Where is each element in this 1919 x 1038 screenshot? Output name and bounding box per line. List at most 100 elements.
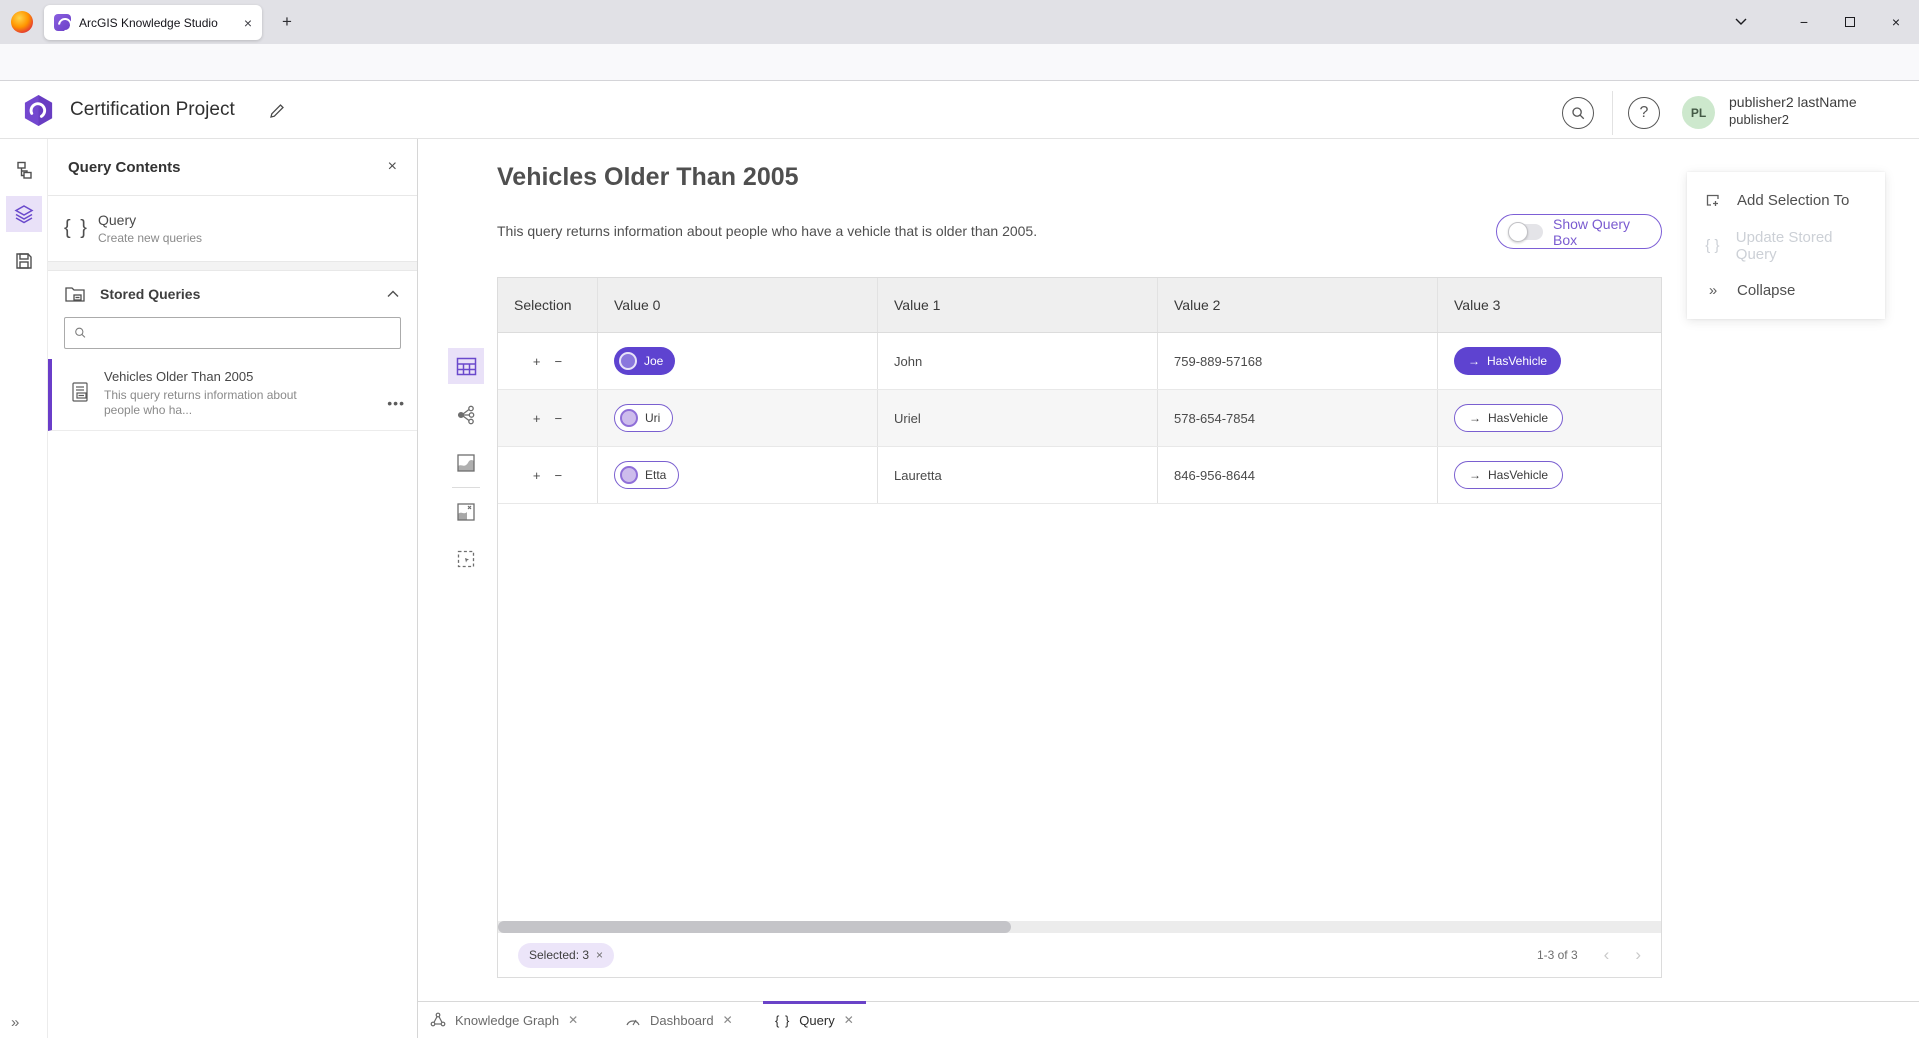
- hierarchy-icon: [14, 160, 34, 180]
- toggle-track: [1509, 224, 1543, 240]
- browser-titlebar: ArcGIS Knowledge Studio × + − ×: [0, 0, 1919, 44]
- tab-query[interactable]: { } Query ✕: [775, 1002, 854, 1038]
- app-logo-icon: [22, 94, 55, 127]
- search-input[interactable]: [95, 326, 391, 341]
- arrow-right-icon: →: [1468, 354, 1480, 368]
- user-info[interactable]: publisher2 lastName publisher2: [1729, 94, 1857, 128]
- rail-contents-button[interactable]: [6, 196, 42, 232]
- table-footer: Selected: 3 × 1-3 of 3 ‹ ›: [498, 933, 1661, 977]
- clear-selection-icon[interactable]: ×: [596, 948, 603, 962]
- stored-queries-search[interactable]: [64, 317, 401, 349]
- column-header: Value 3: [1438, 278, 1661, 332]
- menu-item-collapse[interactable]: » Collapse: [1687, 268, 1885, 313]
- selected-count-chip[interactable]: Selected: 3 ×: [518, 943, 614, 968]
- stored-query-item[interactable]: Vehicles Older Than 2005 This query retu…: [48, 359, 417, 431]
- tab-close-icon[interactable]: ×: [238, 15, 252, 31]
- stored-query-description: This query returns information about peo…: [104, 388, 304, 418]
- table-view-button[interactable]: [448, 348, 484, 384]
- select-tool-button[interactable]: [448, 541, 484, 577]
- map-icon: [456, 453, 476, 473]
- new-tab-button[interactable]: +: [282, 12, 292, 32]
- minimize-button[interactable]: −: [1781, 14, 1827, 30]
- horizontal-scrollbar[interactable]: [498, 921, 1661, 933]
- browser-tab[interactable]: ArcGIS Knowledge Studio ×: [44, 5, 262, 40]
- toggle-knob: [1508, 222, 1528, 242]
- search-icon: [74, 326, 87, 340]
- firefox-logo-icon[interactable]: [11, 11, 33, 33]
- left-rail: »: [0, 139, 48, 1038]
- panel-close-icon[interactable]: ×: [388, 158, 397, 176]
- add-to-map-button[interactable]: [448, 494, 484, 530]
- add-to-selection-button[interactable]: +: [533, 411, 541, 426]
- rail-project-tree-button[interactable]: [6, 152, 42, 188]
- cell-value: Uriel: [878, 390, 1158, 446]
- tab-close-icon[interactable]: ✕: [568, 1013, 578, 1027]
- selection-context-menu: Add Selection To { } Update Stored Query…: [1687, 172, 1885, 319]
- remove-from-selection-button[interactable]: −: [555, 354, 563, 369]
- stored-queries-header[interactable]: Stored Queries: [48, 271, 417, 315]
- relationship-pill[interactable]: →HasVehicle: [1454, 347, 1561, 375]
- edit-project-icon[interactable]: [268, 102, 286, 120]
- previous-page-icon[interactable]: ‹: [1604, 945, 1610, 965]
- avatar[interactable]: PL: [1682, 96, 1715, 129]
- bottom-tab-bar: Knowledge Graph ✕ Dashboard ✕ { } Query …: [418, 1001, 1919, 1038]
- search-button[interactable]: [1562, 97, 1594, 129]
- expand-rail-icon[interactable]: »: [11, 1014, 19, 1031]
- column-header: Value 0: [598, 278, 878, 332]
- map-view-button[interactable]: [448, 445, 484, 481]
- stored-query-title: Vehicles Older Than 2005: [104, 369, 304, 384]
- save-icon: [14, 251, 34, 271]
- arrow-right-icon: →: [1469, 411, 1481, 425]
- column-header: Selection: [498, 278, 598, 332]
- query-title: Vehicles Older Than 2005: [497, 163, 799, 192]
- tab-close-icon[interactable]: ✕: [844, 1013, 854, 1027]
- maximize-button[interactable]: [1827, 14, 1873, 30]
- help-button[interactable]: ?: [1628, 97, 1660, 129]
- item-overflow-menu-icon[interactable]: •••: [387, 395, 405, 411]
- browser-tab-title: ArcGIS Knowledge Studio: [79, 16, 238, 30]
- table-row: + − Uri Uriel 578-654-7854 →HasVehicle: [498, 390, 1661, 447]
- tab-knowledge-graph[interactable]: Knowledge Graph ✕: [430, 1002, 578, 1038]
- link-chart-button[interactable]: [448, 397, 484, 433]
- menu-item-add-selection-to[interactable]: Add Selection To: [1687, 178, 1885, 223]
- cell-value: Lauretta: [878, 447, 1158, 503]
- tab-dashboard[interactable]: Dashboard ✕: [625, 1002, 733, 1038]
- add-to-map-icon: [456, 502, 476, 522]
- entity-pill[interactable]: Uri: [614, 404, 673, 432]
- menu-item-update-stored-query[interactable]: { } Update Stored Query: [1687, 223, 1885, 268]
- user-name: publisher2 lastName: [1729, 94, 1857, 111]
- remove-from-selection-button[interactable]: −: [555, 411, 563, 426]
- window-controls: − ×: [1735, 0, 1919, 44]
- entity-avatar-icon: [620, 466, 638, 484]
- relationship-pill[interactable]: →HasVehicle: [1454, 404, 1563, 432]
- column-header: Value 1: [878, 278, 1158, 332]
- results-table: Selection Value 0 Value 1 Value 2 Value …: [497, 277, 1662, 978]
- list-tabs-icon[interactable]: [1735, 18, 1781, 26]
- query-contents-panel: Query Contents × { } Query Create new qu…: [48, 139, 418, 1038]
- query-item-title: Query: [98, 212, 202, 228]
- screen: ArcGIS Knowledge Studio × + − × ← → http…: [0, 0, 1919, 1038]
- user-handle: publisher2: [1729, 111, 1857, 128]
- chevron-up-icon[interactable]: [387, 290, 399, 298]
- show-query-box-toggle[interactable]: Show Query Box: [1496, 214, 1662, 249]
- entity-pill[interactable]: Joe: [614, 347, 675, 375]
- entity-pill[interactable]: Etta: [614, 461, 679, 489]
- link-chart-icon: [456, 405, 476, 425]
- relationship-pill[interactable]: →HasVehicle: [1454, 461, 1563, 489]
- stored-query-doc-icon: [70, 381, 90, 403]
- scrollbar-thumb[interactable]: [498, 921, 1011, 933]
- query-create-item[interactable]: { } Query Create new queries: [48, 196, 417, 261]
- remove-from-selection-button[interactable]: −: [555, 468, 563, 483]
- panel-title: Query Contents: [68, 159, 388, 176]
- rail-save-button[interactable]: [6, 243, 42, 279]
- add-to-selection-button[interactable]: +: [533, 354, 541, 369]
- table-row: + − Joe John 759-889-57168 →HasVehicle: [498, 333, 1661, 390]
- add-to-selection-button[interactable]: +: [533, 468, 541, 483]
- braces-icon: { }: [64, 217, 98, 240]
- tab-close-icon[interactable]: ✕: [723, 1013, 733, 1027]
- table-row: + − Etta Lauretta 846-956-8644 →HasVehic…: [498, 447, 1661, 504]
- close-window-button[interactable]: ×: [1873, 14, 1919, 30]
- selection-box-icon: [456, 549, 476, 569]
- next-page-icon[interactable]: ›: [1635, 945, 1641, 965]
- entity-avatar-icon: [619, 352, 637, 370]
